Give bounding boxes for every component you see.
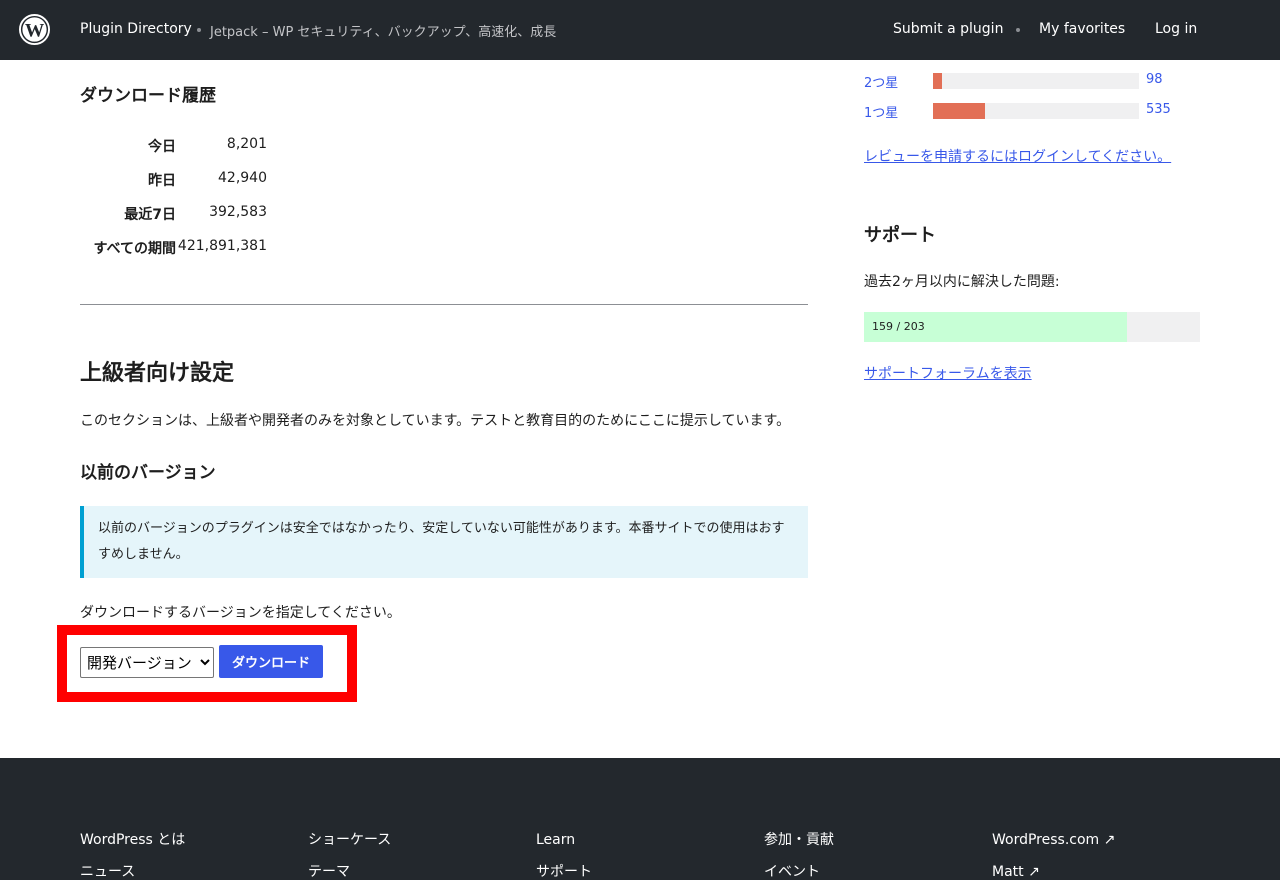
login-link[interactable]: Log in — [1155, 21, 1197, 37]
footer-link-themes[interactable]: テーマ — [308, 863, 391, 880]
nav-separator — [1016, 28, 1020, 32]
rating-row-1-star[interactable]: 1つ星 535 — [864, 101, 1200, 121]
rating-label[interactable]: 2つ星 — [864, 72, 898, 91]
choose-version-text: ダウンロードするバージョンを指定してください。 — [80, 605, 401, 621]
footer-link-news[interactable]: ニュース — [80, 863, 185, 880]
footer-column: 参加・貢献 イベント — [764, 831, 834, 880]
breadcrumb-current: Jetpack – WP セキュリティ、バックアップ、高速化、成長 — [210, 25, 557, 40]
wordpress-logo-icon[interactable]: W — [19, 14, 50, 45]
stat-value: 42,940 — [218, 170, 267, 186]
footer-link-learn[interactable]: Learn — [536, 831, 592, 863]
footer-column: Learn サポート — [536, 831, 592, 880]
stat-value: 421,891,381 — [177, 238, 267, 254]
download-button[interactable]: ダウンロード — [219, 645, 323, 678]
support-description: 過去2ヶ月以内に解決した問題: — [864, 274, 1060, 290]
site-header: W Plugin Directory Jetpack – WP セキュリティ、バ… — [0, 0, 1280, 60]
version-warning-notice: 以前のバージョンのプラグインは安全ではなかったり、安定していない可能性があります… — [80, 506, 808, 578]
stat-value: 392,583 — [209, 204, 267, 220]
footer-column: WordPress.com ↗ Matt ↗ — [992, 831, 1115, 880]
site-footer: WordPress とは ニュース ショーケース テーマ Learn サポート … — [0, 758, 1280, 880]
rating-label[interactable]: 1つ星 — [864, 102, 898, 121]
resolved-issues-bar: 159 / 203 — [864, 312, 1200, 342]
stat-label: 昨日 — [148, 173, 176, 189]
download-history-title: ダウンロード履歴 — [80, 86, 216, 106]
table-row: 昨日 42,940 — [80, 164, 270, 194]
notice-text: 以前のバージョンのプラグインは安全ではなかったり、安定していない可能性があります… — [98, 521, 785, 562]
rating-count[interactable]: 535 — [1146, 102, 1171, 117]
my-favorites-link[interactable]: My favorites — [1039, 21, 1125, 37]
stat-value: 8,201 — [226, 136, 267, 152]
version-select[interactable]: 開発バージョン — [80, 647, 214, 678]
footer-link-showcase[interactable]: ショーケース — [308, 831, 391, 863]
footer-link-contribute[interactable]: 参加・貢献 — [764, 831, 834, 863]
breadcrumb-separator — [197, 28, 201, 32]
rating-bar — [933, 103, 1139, 119]
rating-count[interactable]: 98 — [1146, 72, 1163, 87]
plugin-directory-link[interactable]: Plugin Directory — [80, 21, 192, 37]
previous-versions-title: 以前のバージョン — [80, 463, 216, 483]
rating-row-2-stars[interactable]: 2つ星 98 — [864, 71, 1200, 91]
footer-link-events[interactable]: イベント — [764, 863, 834, 880]
rating-bar-fill — [933, 103, 985, 119]
rating-bar — [933, 73, 1139, 89]
footer-link-support[interactable]: サポート — [536, 863, 592, 880]
login-to-review-link[interactable]: レビューを申請するにはログインしてください。 — [864, 146, 1171, 166]
submit-plugin-link[interactable]: Submit a plugin — [893, 21, 1003, 37]
table-row: すべての期間 421,891,381 — [80, 232, 270, 262]
stat-label: すべての期間 — [93, 241, 176, 257]
table-row: 今日 8,201 — [80, 130, 270, 160]
advanced-settings-title: 上級者向け設定 — [80, 361, 235, 386]
support-title: サポート — [864, 225, 936, 246]
footer-link-matt[interactable]: Matt ↗ — [992, 863, 1115, 880]
advanced-settings-description: このセクションは、上級者や開発者のみを対象としています。テストと教育目的のために… — [80, 413, 791, 429]
footer-column: ショーケース テーマ — [308, 831, 391, 880]
footer-column: WordPress とは ニュース — [80, 831, 185, 880]
support-forum-link[interactable]: サポートフォーラムを表示 — [864, 363, 1032, 383]
footer-link-about[interactable]: WordPress とは — [80, 831, 185, 863]
rating-bar-fill — [933, 73, 943, 89]
svg-text:W: W — [25, 20, 45, 41]
stat-label: 最近7日 — [124, 207, 176, 223]
resolved-issues-count: 159 / 203 — [872, 320, 925, 333]
section-divider — [80, 304, 808, 305]
table-row: 最近7日 392,583 — [80, 198, 270, 228]
stat-label: 今日 — [148, 139, 176, 155]
footer-link-wordpress-com[interactable]: WordPress.com ↗ — [992, 831, 1115, 863]
